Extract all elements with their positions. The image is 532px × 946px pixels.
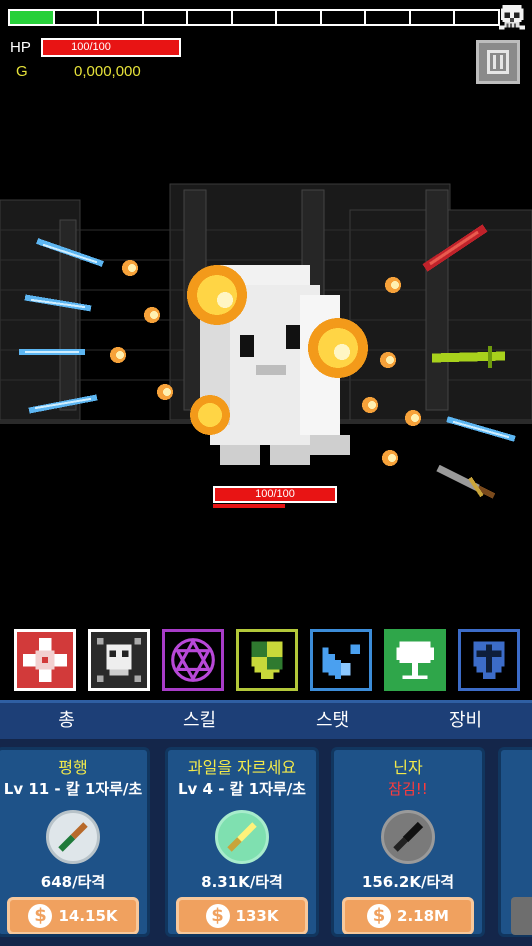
player-hp-text: 100/100 [71,41,111,53]
card-level: Lv 4 - 칼 1자루/초 [177,780,306,798]
gold-label: G [16,63,28,80]
buy-button[interactable]: $ 14.15K [7,897,139,934]
shield-icon [251,641,283,679]
skill-slot-hexagram[interactable] [162,629,224,691]
boss-hp-text: 100/100 [255,488,295,500]
black-knife-icon [393,821,424,852]
card-damage: 648/타격 [40,873,106,891]
stage-progress-bar [8,9,500,26]
tab-stat[interactable]: 스탯 [266,703,399,739]
pause-button[interactable] [476,40,520,84]
stage-segment [322,11,367,24]
wings-icon [322,644,360,679]
battle-scene [0,183,532,499]
skill-bar [14,629,532,691]
stage-segment [10,11,55,24]
pause-icon [487,50,509,74]
weapon-card-partial [498,747,532,937]
tab-skill[interactable]: 스킬 [133,703,266,739]
tab-equipment[interactable]: 장비 [399,703,532,739]
stage-segment [233,11,278,24]
iron-sword-projectile [436,464,496,499]
skill-slot-wings[interactable] [310,629,372,691]
card-level: Lv 11 - 칼 1자루/초 [3,780,143,798]
boss-hp-bar: 100/100 [213,486,337,503]
skull-burst-icon [97,638,141,682]
weapon-card: 닌자 잠김!! 156.2K/타격 $ 2.18M [331,747,485,937]
stage-segment [366,11,411,24]
stage-segment [455,11,498,24]
skill-slot-shield[interactable] [236,629,298,691]
card-locked-label: 잠김!! [388,780,428,798]
weapon-icon-circle [46,810,100,864]
coin-icon: $ [367,904,392,928]
weapon-card-list: 평행 Lv 11 - 칼 1자루/초 648/타격 $ 14.15K 과일을 자… [0,747,532,946]
weapon-card: 과일을 자르세요 Lv 4 - 칼 1자루/초 8.31K/타격 $ 133K [165,747,319,937]
card-title: 과일을 자르세요 [187,758,297,777]
buy-button[interactable]: $ 133K [176,897,308,934]
stage-segment [411,11,456,24]
buy-price: 14.15K [58,907,118,925]
skill-slot-cross-shield[interactable] [458,629,520,691]
stage-segment [144,11,189,24]
yellow-knife-icon [227,822,257,852]
stage-segment [188,11,233,24]
card-title: 닌자 [393,758,423,777]
buy-price: 133K [235,907,279,925]
gold-value: 0,000,000 [74,63,141,80]
weapon-icon-circle [381,810,435,864]
tab-gun[interactable]: 총 [0,703,133,739]
buy-button-partial[interactable] [511,897,532,935]
tree-icon [396,641,434,679]
card-damage: 8.31K/타격 [201,873,283,891]
stage-segment [55,11,100,24]
upgrade-panel: 총 스킬 스탯 장비 평행 Lv 11 - 칼 1자루/초 648/타격 $ 1… [0,700,532,946]
skull-icon [498,4,526,30]
green-knife-icon [58,822,88,852]
player-hp-bar: 100/100 [41,38,181,57]
skill-slot-cross-flame[interactable] [14,629,76,691]
tab-bar: 총 스킬 스탯 장비 [0,703,532,739]
stage-segment [99,11,144,24]
coin-icon: $ [28,904,53,928]
coin-icon: $ [205,904,230,928]
skill-slot-tree[interactable] [384,629,446,691]
boss-sub-bar [213,504,285,508]
buy-price: 2.18M [397,907,449,925]
cross-shield-icon [473,641,505,679]
skill-slot-skull[interactable] [88,629,150,691]
buy-button[interactable]: $ 2.18M [342,897,474,934]
hexagram-icon [171,638,215,682]
stage-segment [277,11,322,24]
weapon-card: 평행 Lv 11 - 칼 1자루/초 648/타격 $ 14.15K [0,747,150,937]
card-damage: 156.2K/타격 [361,873,455,891]
hp-label: HP [10,39,31,56]
cross-flame-icon [23,638,67,682]
weapon-icon-circle [215,810,269,864]
card-title: 평행 [58,758,88,777]
